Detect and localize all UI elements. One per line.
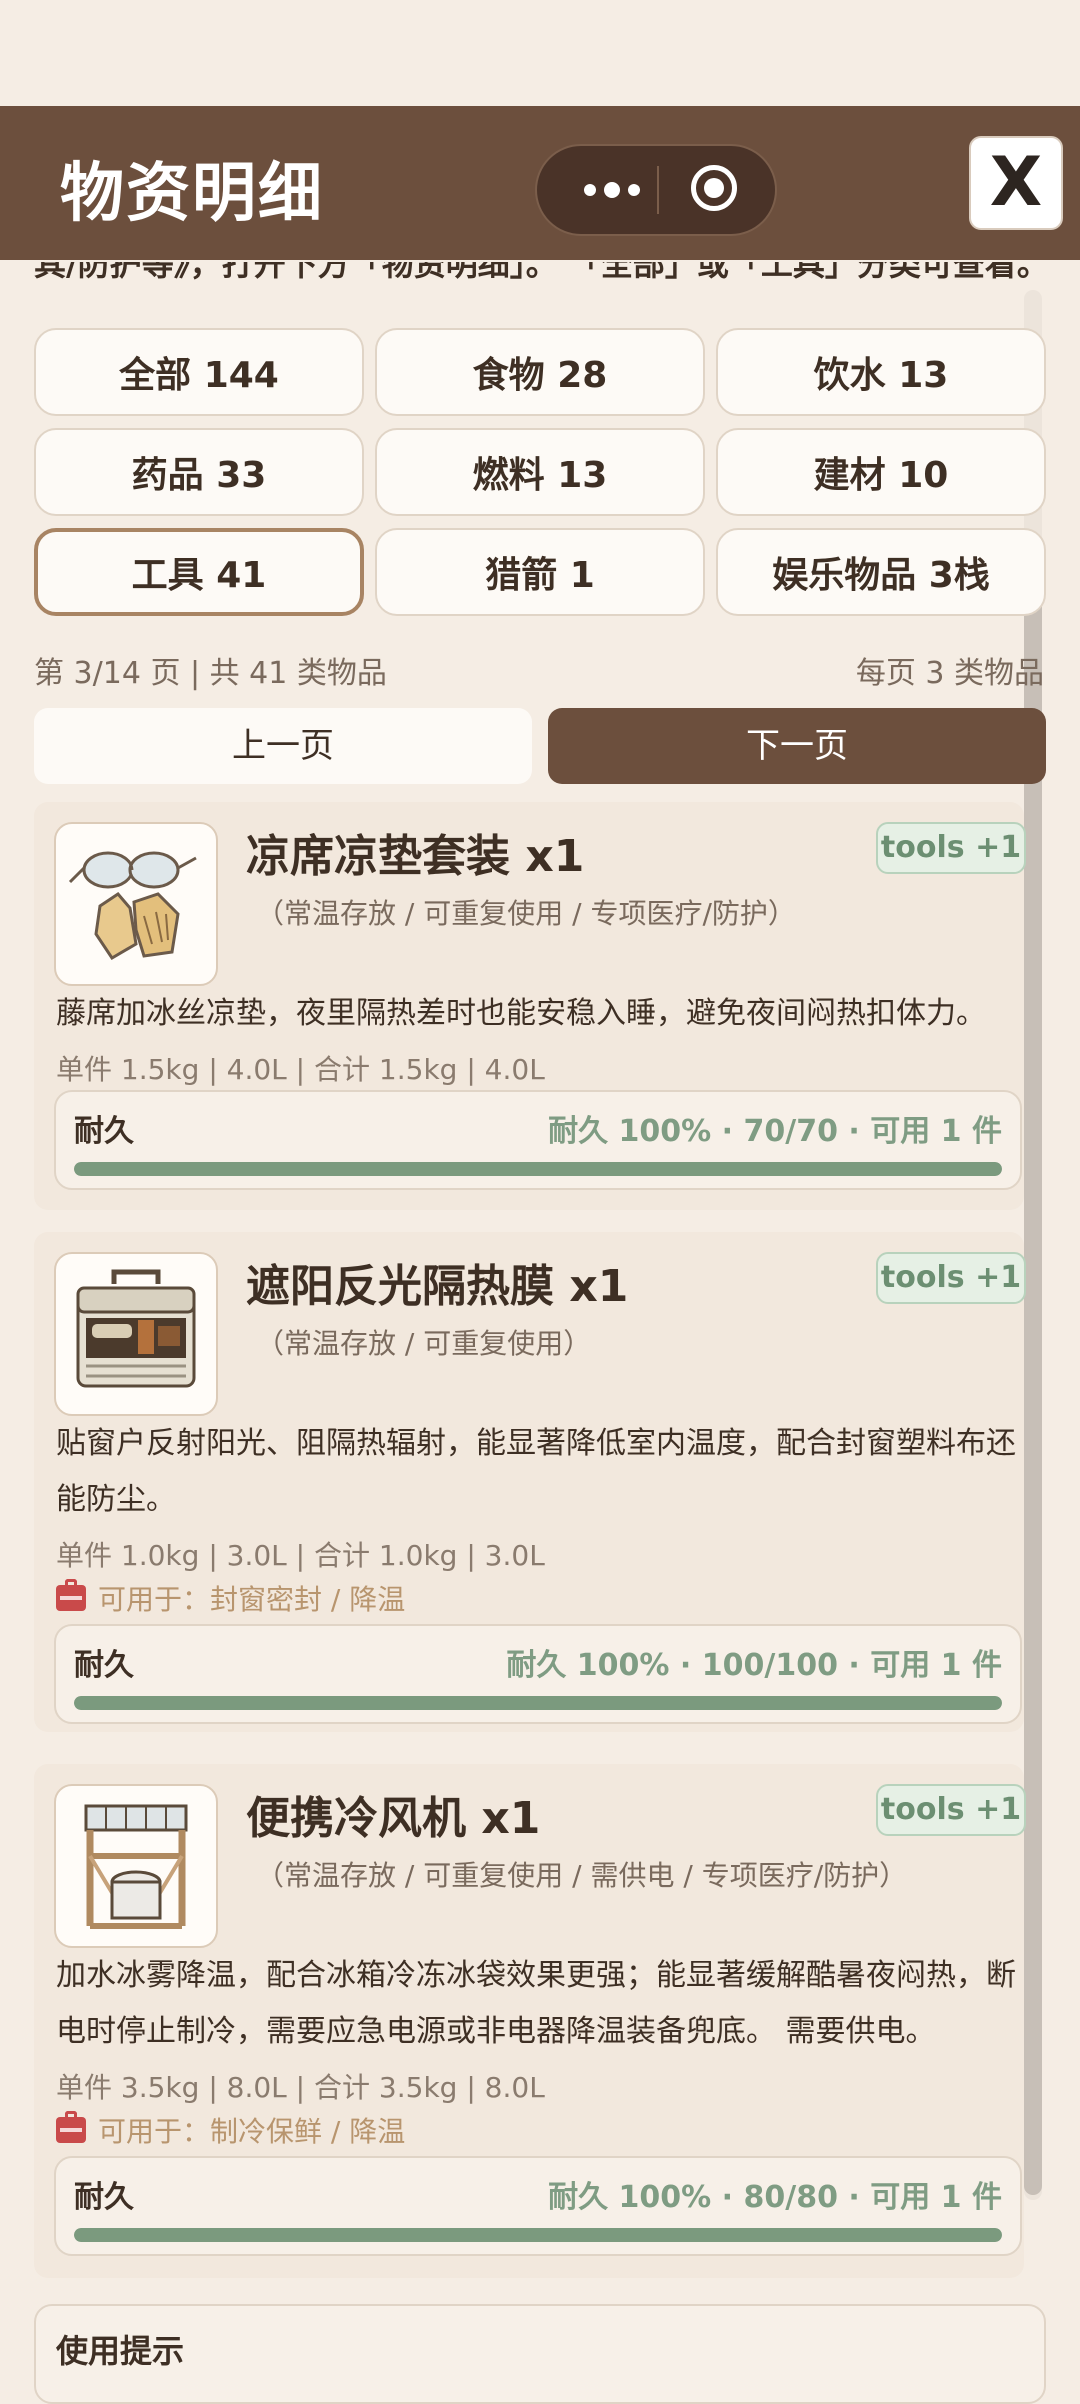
per-page-info: 每页 3 类物品 (855, 656, 1044, 691)
capsule-divider (657, 166, 659, 214)
filter-chip-medicine[interactable]: 药品 33 (34, 428, 364, 516)
item-weight: 单件 3.5kg | 8.0L | 合计 3.5kg | 8.0L (56, 2071, 545, 2104)
durability-bar (74, 1162, 1002, 1176)
category-tag: tools +1 (876, 1252, 1026, 1304)
tips-title: 使用提示 (56, 2332, 185, 2370)
category-filters: 全部 144 食物 28 饮水 13 药品 33 燃料 13 建材 10 工具 … (34, 328, 1046, 616)
medkit-icon (56, 2111, 86, 2143)
category-tag: tools +1 (876, 1784, 1026, 1836)
durability-panel: 耐久 耐久 100% · 70/70 · 可用 1 件 (54, 1090, 1022, 1190)
item-description: 贴窗户反射阳光、阻隔热辐射，能显著降低室内温度，配合封窗塑料布还能防尘。 (56, 1426, 1016, 1517)
close-target-icon[interactable] (691, 165, 737, 211)
tips-panel: 使用提示 (34, 2304, 1046, 2404)
medkit-icon (56, 1579, 86, 1611)
filter-chip-tools[interactable]: 工具 41 (34, 528, 364, 616)
item-attributes: （常温存放 / 可重复使用） (256, 1327, 592, 1360)
item-weight: 单件 1.5kg | 4.0L | 合计 1.5kg | 4.0L (56, 1053, 545, 1086)
durability-bar-fill (74, 1696, 1002, 1710)
item-name: 遮阳反光隔热膜 x1 (246, 1261, 629, 1312)
item-attributes: （常温存放 / 可重复使用 / 需供电 / 专项医疗/防护） (256, 1859, 908, 1892)
usage-text: 可用于：封窗密封 / 降温 (98, 1583, 406, 1616)
mini-program-capsule (535, 144, 777, 236)
page-info: 第 3/14 页 | 共 41 类物品 (34, 656, 387, 691)
durability-label: 耐久 (74, 1114, 134, 1149)
item-name: 便携冷风机 x1 (246, 1793, 541, 1844)
item-weight: 单件 1.0kg | 3.0L | 合计 1.0kg | 3.0L (56, 1539, 545, 1572)
item-description: 加水冰雾降温，配合冰箱冷冻冰袋效果更强；能显著缓解酷暑夜闷热，断电时停止制冷，需… (56, 1958, 1016, 2049)
durability-bar-fill (74, 1162, 1002, 1176)
filter-chip-arrow[interactable]: 猎箭 1 (375, 528, 705, 616)
filter-chip-water[interactable]: 饮水 13 (716, 328, 1046, 416)
filter-chip-entertainment[interactable]: 娱乐物品 3栈 (716, 528, 1046, 616)
durability-value: 耐久 100% · 100/100 · 可用 1 件 (506, 1648, 1002, 1683)
category-tag: tools +1 (876, 822, 1026, 874)
status-bar (0, 0, 1080, 106)
durability-bar (74, 1696, 1002, 1710)
item-name: 凉席凉垫套装 x1 (246, 831, 585, 882)
durability-bar-fill (74, 2228, 1002, 2242)
item-usage: 可用于：制冷保鲜 / 降温 (56, 2110, 405, 2150)
prev-page-button[interactable]: 上一页 (34, 708, 532, 784)
item-card: 遮阳反光隔热膜 x1 tools +1 （常温存放 / 可重复使用） 贴窗户反射… (34, 1232, 1026, 1732)
durability-value: 耐久 100% · 70/70 · 可用 1 件 (548, 1114, 1002, 1149)
filter-chip-all[interactable]: 全部 144 (34, 328, 364, 416)
item-card: 凉席凉垫套装 x1 tools +1 （常温存放 / 可重复使用 / 专项医疗/… (34, 802, 1026, 1210)
header-bar: 物资明细 X (0, 106, 1080, 260)
more-icon[interactable] (567, 146, 657, 234)
next-page-button[interactable]: 下一页 (548, 708, 1046, 784)
filter-chip-material[interactable]: 建材 10 (716, 428, 1046, 516)
item-description: 藤席加冰丝凉垫，夜里隔热差时也能安稳入睡，避免夜间闷热扣体力。 (56, 996, 986, 1031)
usage-text: 可用于：制冷保鲜 / 降温 (98, 2115, 406, 2148)
item-usage: 可用于：封窗密封 / 降温 (56, 1578, 405, 1618)
filter-chip-fuel[interactable]: 燃料 13 (375, 428, 705, 516)
durability-panel: 耐久 耐久 100% · 80/80 · 可用 1 件 (54, 2156, 1022, 2256)
toolbox-icon (54, 1252, 218, 1416)
scrollbar-thumb[interactable] (1024, 585, 1042, 2195)
page-title: 物资明细 (60, 157, 324, 231)
solar-cooler-icon (54, 1784, 218, 1948)
durability-panel: 耐久 耐久 100% · 100/100 · 可用 1 件 (54, 1624, 1022, 1724)
durability-value: 耐久 100% · 80/80 · 可用 1 件 (548, 2180, 1002, 2215)
goggles-gloves-icon (54, 822, 218, 986)
close-button[interactable]: X (969, 136, 1063, 230)
durability-label: 耐久 (74, 1648, 134, 1683)
item-card: 便携冷风机 x1 tools +1 （常温存放 / 可重复使用 / 需供电 / … (34, 1764, 1026, 2278)
durability-label: 耐久 (74, 2180, 134, 2215)
filter-chip-food[interactable]: 食物 28 (375, 328, 705, 416)
durability-bar (74, 2228, 1002, 2242)
hint-text-cutoff: 其/防护等》，打开下方「物资明细」。 「全部」或「工具」分类可查看。 (34, 262, 1034, 283)
item-attributes: （常温存放 / 可重复使用 / 专项医疗/防护） (256, 897, 796, 930)
